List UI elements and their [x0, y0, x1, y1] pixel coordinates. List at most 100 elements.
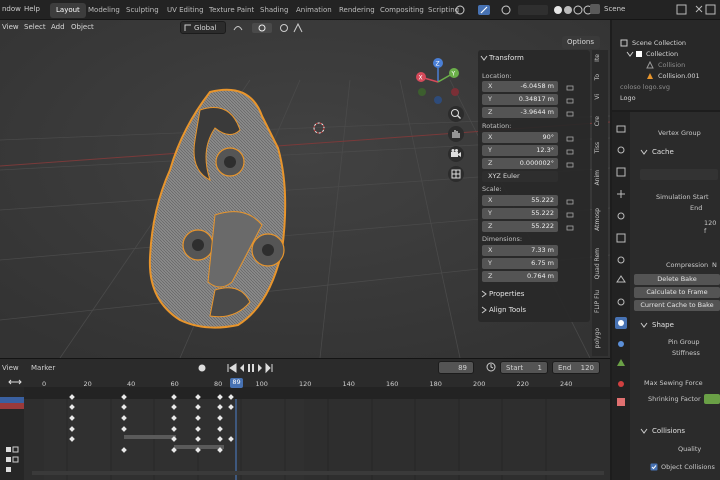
- scene-name[interactable]: Scene: [604, 5, 625, 13]
- delete-bake-button[interactable]: Delete Bake: [634, 274, 720, 285]
- chevron-down-icon[interactable]: [640, 427, 648, 435]
- cache-list[interactable]: [640, 169, 718, 180]
- scene-header-icons[interactable]: [676, 4, 716, 16]
- compression-value[interactable]: N: [712, 261, 717, 269]
- channel-checkbox-icons[interactable]: [2, 445, 20, 479]
- options-dropdown[interactable]: Options: [562, 36, 600, 49]
- current-frame-field[interactable]: 89: [438, 361, 474, 374]
- playhead-frame-badge[interactable]: 89: [230, 378, 243, 388]
- rotation-y-field[interactable]: Y 12.3°: [482, 145, 558, 156]
- shape-section-title[interactable]: Shape: [652, 321, 674, 329]
- menu-window[interactable]: ndow: [2, 5, 21, 13]
- rotation-label: Rotation:: [482, 122, 512, 130]
- chevron-right-icon[interactable]: [480, 306, 488, 314]
- calculate-to-frame-button[interactable]: Calculate to Frame: [634, 287, 720, 298]
- timeline-menu-marker[interactable]: Marker: [31, 364, 55, 372]
- sidebar-n-panel: Transform Location: X -6.0458 m Y 0.34817 …: [478, 50, 590, 322]
- current-frame-value: 89: [458, 364, 467, 372]
- vertex-group-label: Vertex Group: [658, 129, 701, 137]
- dimensions-z-field[interactable]: Z 0.764 m: [482, 271, 558, 282]
- location-z-field[interactable]: Z -3.9644 m: [482, 107, 558, 118]
- dimensions-x-field[interactable]: X 7.33 m: [482, 245, 558, 256]
- clock-icon[interactable]: [486, 362, 496, 372]
- tab-animation[interactable]: Animation: [290, 3, 338, 18]
- viewport-shading-icons[interactable]: [454, 4, 604, 16]
- outliner-row-collection[interactable]: Collection: [612, 49, 720, 60]
- start-frame-field[interactable]: Start 1: [500, 361, 548, 374]
- tab-shading[interactable]: Shading: [254, 3, 294, 18]
- timeline-menu-view[interactable]: View: [2, 364, 19, 372]
- outliner-row-logo[interactable]: Logo: [612, 93, 720, 104]
- object-collisions-label: Object Collisions: [661, 463, 715, 471]
- ruler-tick-label: 20: [83, 380, 92, 388]
- collisions-section-title[interactable]: Collisions: [652, 427, 685, 435]
- tab-sculpting[interactable]: Sculpting: [120, 3, 165, 18]
- sidebar-tab-atmosphere[interactable]: Atmosp: [594, 208, 606, 231]
- sidebar-tab-item[interactable]: Ite: [594, 54, 606, 62]
- end-frame-field[interactable]: End 120: [552, 361, 600, 374]
- end-value[interactable]: 120 f: [704, 219, 720, 235]
- chevron-right-icon[interactable]: [480, 290, 488, 298]
- camera-view-button[interactable]: [448, 146, 464, 162]
- outliner-row-scene-collection[interactable]: Scene Collection: [612, 38, 720, 49]
- zoom-button[interactable]: [448, 106, 464, 122]
- start-label: Start: [506, 364, 524, 372]
- scale-x-field[interactable]: X 55.222: [482, 195, 558, 206]
- location-y-field[interactable]: Y 0.34817 m: [482, 94, 558, 105]
- sidebar-tab-flip-fluids[interactable]: FLIP Flu: [594, 290, 606, 313]
- cache-section-title[interactable]: Cache: [652, 148, 674, 156]
- compression-label: Compression: [666, 261, 709, 269]
- sidebar-tab-quad-remesher[interactable]: Quad Rem: [594, 248, 606, 279]
- outliner-row-collision-001[interactable]: Collision.001: [612, 71, 720, 82]
- chevron-down-icon[interactable]: [640, 148, 648, 156]
- sidebar-tab-polygon[interactable]: polygo: [594, 328, 606, 348]
- sidebar-tab-animation[interactable]: Anim: [594, 170, 606, 185]
- outliner-label: Scene Collection: [632, 39, 687, 47]
- chevron-down-icon[interactable]: [640, 321, 648, 329]
- perspective-toggle-button[interactable]: [448, 166, 464, 182]
- dopesheet-canvas[interactable]: [24, 387, 610, 480]
- pan-button[interactable]: [448, 126, 464, 142]
- sidebar-tab-view[interactable]: Vi: [594, 94, 606, 100]
- menu-add[interactable]: Add: [51, 23, 65, 31]
- scale-y-field[interactable]: Y 55.222: [482, 208, 558, 219]
- scale-z-field[interactable]: Z 55.222: [482, 221, 558, 232]
- menu-view[interactable]: View: [2, 23, 19, 31]
- ruler-tick-label: 200: [473, 380, 486, 388]
- menu-select[interactable]: Select: [24, 23, 46, 31]
- orientation-icon: [184, 24, 191, 31]
- collection-icon: [620, 39, 628, 47]
- max-sewing-force-label: Max Sewing Force: [644, 379, 703, 387]
- sidebar-tab-tissue[interactable]: Tiss: [594, 142, 606, 153]
- sidebar-tab-create[interactable]: Cre: [594, 116, 606, 126]
- scene-icon[interactable]: [590, 4, 600, 14]
- outliner-row-collision[interactable]: Collision: [612, 60, 720, 71]
- tab-texture-paint[interactable]: Texture Paint: [203, 3, 260, 18]
- outliner-label: Logo: [620, 94, 636, 102]
- rotation-x-field[interactable]: X 90°: [482, 132, 558, 143]
- shrinking-factor-field[interactable]: [704, 394, 720, 404]
- snap-proportional-icons[interactable]: [232, 22, 322, 34]
- menu-help[interactable]: Help: [24, 5, 40, 13]
- channel-object[interactable]: [0, 403, 24, 409]
- checkbox-checked-icon[interactable]: [650, 463, 658, 471]
- tab-layout[interactable]: Layout: [50, 3, 86, 18]
- dimensions-y-field[interactable]: Y 6.75 m: [482, 258, 558, 269]
- properties-panel-title[interactable]: Properties: [489, 290, 524, 298]
- menu-object[interactable]: Object: [71, 23, 94, 31]
- transform-panel-title[interactable]: Transform: [489, 54, 524, 62]
- sidebar-tab-tool[interactable]: To: [594, 74, 606, 80]
- rotation-z-field[interactable]: Z 0.000002°: [482, 158, 558, 169]
- current-cache-to-bake-button[interactable]: Current Cache to Bake: [634, 300, 720, 311]
- chevron-down-icon[interactable]: [480, 54, 488, 62]
- align-tools-panel-title[interactable]: Align Tools: [489, 306, 526, 314]
- frame-range-toggle-icon[interactable]: [8, 378, 22, 386]
- playback-controls[interactable]: [196, 362, 276, 374]
- ruler-tick-label: 0: [42, 380, 47, 388]
- lock-icons[interactable]: [566, 82, 576, 282]
- outliner-row-coloso-logo-svg[interactable]: coloso logo.svg: [612, 82, 720, 93]
- location-x-field[interactable]: X -6.0458 m: [482, 81, 558, 92]
- properties-tab-icons[interactable]: [612, 112, 630, 480]
- transform-orientation-dropdown[interactable]: Global: [180, 21, 226, 34]
- rotation-mode-dropdown[interactable]: XYZ Euler: [482, 171, 558, 182]
